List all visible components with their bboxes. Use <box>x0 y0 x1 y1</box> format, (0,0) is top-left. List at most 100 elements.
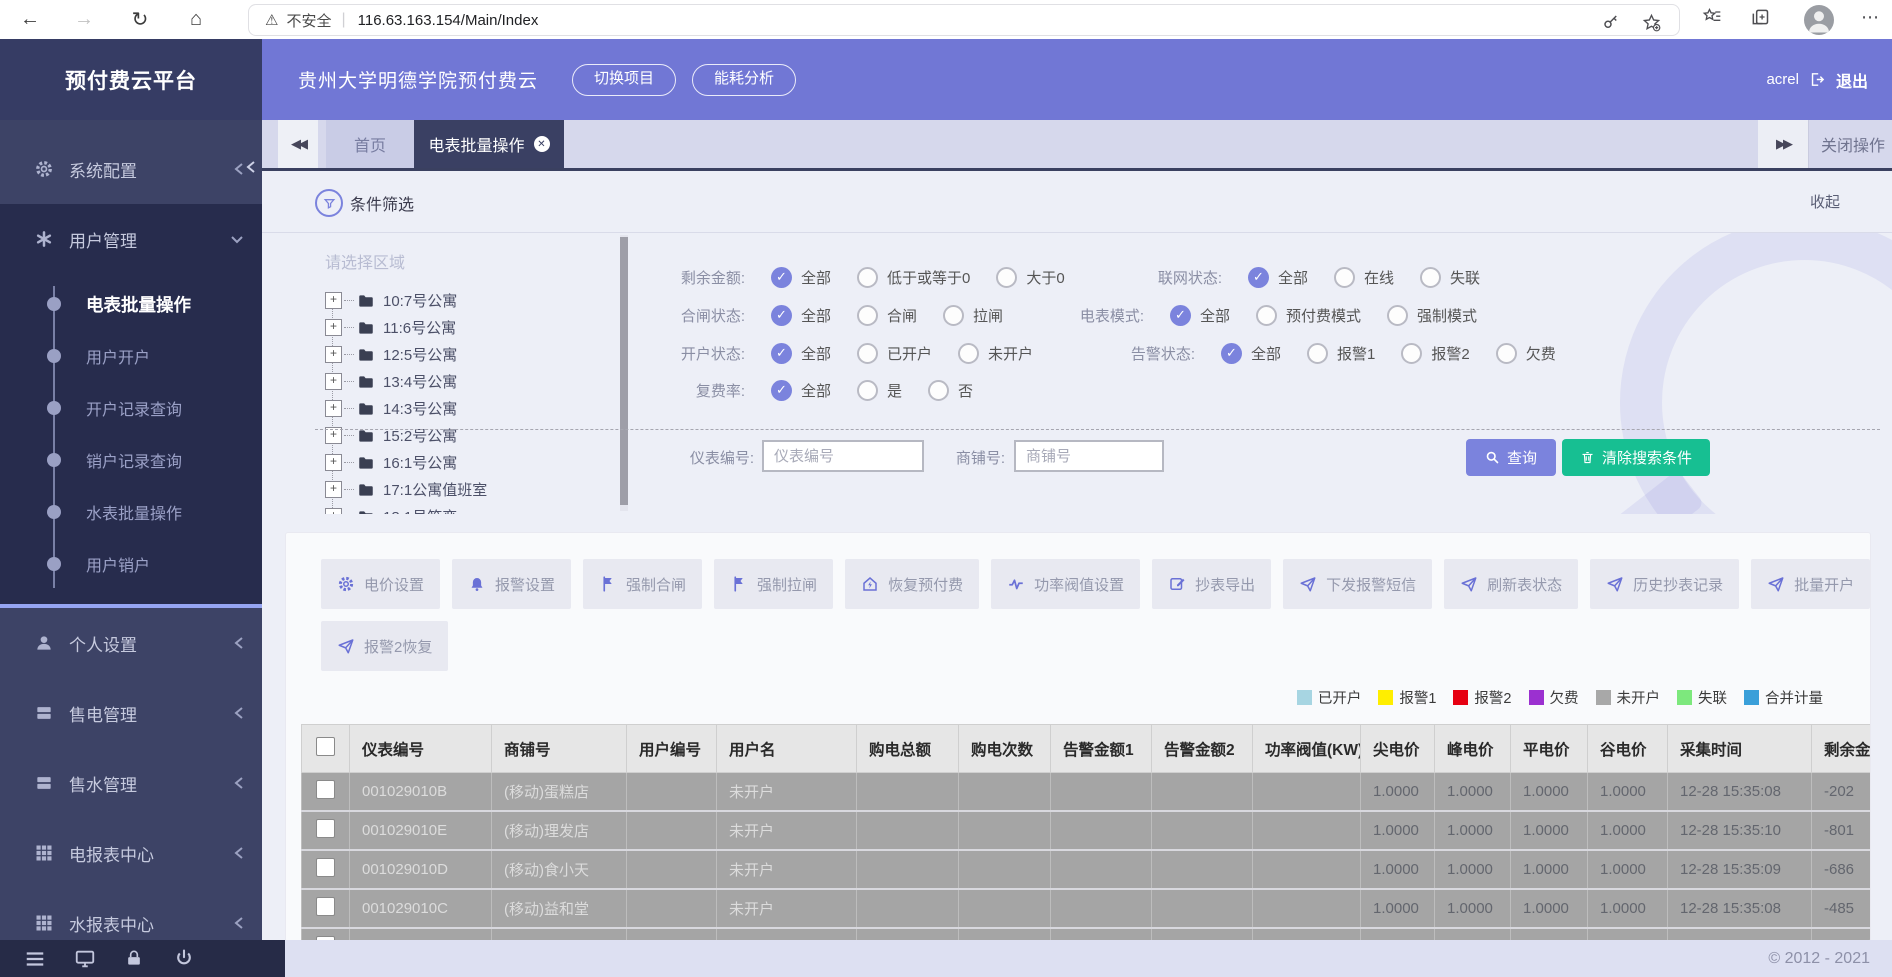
radio-unchecked-icon[interactable] <box>1401 343 1422 364</box>
sidebar-subitem[interactable]: 用户开户 <box>0 330 262 382</box>
action-button[interactable]: 恢复预付费 <box>845 559 979 609</box>
browser-home-icon[interactable]: ⌂ <box>178 0 214 39</box>
browser-forward-icon[interactable]: → <box>66 0 102 39</box>
radio-option[interactable]: ✓全部 <box>1221 343 1281 364</box>
radio-option[interactable]: 在线 <box>1334 267 1394 288</box>
clear-search-button[interactable]: 清除搜索条件 <box>1562 439 1710 476</box>
radio-unchecked-icon[interactable] <box>1256 305 1277 326</box>
radio-unchecked-icon[interactable] <box>996 267 1017 288</box>
radio-option[interactable]: ✓全部 <box>771 343 831 364</box>
radio-option[interactable]: 预付费模式 <box>1256 305 1361 326</box>
logout-button[interactable]: 退出 <box>1836 68 1868 92</box>
tab-home[interactable]: 首页 <box>326 120 414 168</box>
browser-profile-avatar[interactable] <box>1804 5 1834 35</box>
radio-option[interactable]: 否 <box>928 380 973 401</box>
browser-back-icon[interactable]: ← <box>12 0 48 39</box>
lock-icon[interactable] <box>124 948 146 970</box>
action-button[interactable]: 强制合闸 <box>583 559 702 609</box>
radio-checked-icon[interactable]: ✓ <box>1170 305 1191 326</box>
browser-menu-dots-icon[interactable]: ⋯ <box>1858 5 1882 29</box>
radio-unchecked-icon[interactable] <box>1334 267 1355 288</box>
power-icon[interactable] <box>174 948 196 970</box>
radio-option[interactable]: 是 <box>857 380 902 401</box>
radio-unchecked-icon[interactable] <box>1496 343 1517 364</box>
radio-option[interactable]: ✓全部 <box>771 267 831 288</box>
tree-node[interactable]: +18:1号箱变 <box>315 503 615 514</box>
action-button[interactable]: 刷新表状态 <box>1444 559 1578 609</box>
sidebar-item-3[interactable]: 售电管理 <box>0 678 262 748</box>
radio-unchecked-icon[interactable] <box>857 380 878 401</box>
meter-no-input[interactable] <box>762 440 924 472</box>
radio-option[interactable]: 拉闸 <box>943 305 1003 326</box>
monitor-icon[interactable] <box>74 948 96 970</box>
close-operations-button[interactable]: 关闭操作 <box>1814 120 1892 168</box>
query-button[interactable]: 查询 <box>1466 439 1556 476</box>
collections-icon[interactable] <box>1748 5 1772 29</box>
radio-checked-icon[interactable]: ✓ <box>771 343 792 364</box>
logout-icon[interactable] <box>1809 71 1826 88</box>
sidebar-item-5[interactable]: 电报表中心 <box>0 818 262 888</box>
energy-analysis-button[interactable]: 能耗分析 <box>692 64 796 96</box>
browser-refresh-icon[interactable]: ↻ <box>122 0 158 39</box>
sidebar-item-4[interactable]: 售水管理 <box>0 748 262 818</box>
radio-unchecked-icon[interactable] <box>1420 267 1441 288</box>
action-button[interactable]: 功率阀值设置 <box>991 559 1140 609</box>
action-button[interactable]: 下发报警短信 <box>1283 559 1432 609</box>
sidebar-collapse-icon[interactable] <box>246 160 256 174</box>
radio-unchecked-icon[interactable] <box>1387 305 1408 326</box>
action-button[interactable]: 报警2恢复 <box>321 621 448 671</box>
action-button[interactable]: 抄表导出 <box>1152 559 1271 609</box>
sidebar-item-2[interactable]: 个人设置 <box>0 608 262 678</box>
radio-unchecked-icon[interactable] <box>857 267 878 288</box>
radio-unchecked-icon[interactable] <box>958 343 979 364</box>
collapse-filter-link[interactable]: 收起 <box>1810 191 1840 212</box>
radio-option[interactable]: 合闸 <box>857 305 917 326</box>
action-button[interactable]: 强制拉闸 <box>714 559 833 609</box>
password-key-icon[interactable] <box>1599 10 1623 34</box>
radio-unchecked-icon[interactable] <box>943 305 964 326</box>
radio-option[interactable]: 失联 <box>1420 267 1480 288</box>
sidebar-subitem[interactable]: 用户销户 <box>0 538 262 590</box>
sidebar-item-0[interactable]: 系统配置 <box>0 134 262 204</box>
radio-option[interactable]: 低于或等于0 <box>857 267 970 288</box>
action-button[interactable]: 报警设置 <box>452 559 571 609</box>
row-checkbox[interactable] <box>316 858 335 877</box>
sidebar-subitem[interactable]: 电表批量操作 <box>0 278 262 330</box>
radio-option[interactable]: 大于0 <box>996 267 1064 288</box>
radio-option[interactable]: ✓全部 <box>1248 267 1308 288</box>
radio-option[interactable]: 未开户 <box>958 343 1033 364</box>
tabs-scroll-left-icon[interactable]: ◀◀ <box>278 120 318 168</box>
tab-meter-batch[interactable]: 电表批量操作 ✕ <box>414 120 564 168</box>
expand-plus-icon[interactable]: + <box>325 508 342 514</box>
radio-unchecked-icon[interactable] <box>928 380 949 401</box>
sidebar-subitem[interactable]: 开户记录查询 <box>0 382 262 434</box>
radio-option[interactable]: 报警1 <box>1307 343 1375 364</box>
radio-checked-icon[interactable]: ✓ <box>771 380 792 401</box>
expand-plus-icon[interactable]: + <box>325 481 342 498</box>
action-button[interactable]: 电价设置 <box>321 559 440 609</box>
radio-checked-icon[interactable]: ✓ <box>771 267 792 288</box>
favorites-bar-icon[interactable] <box>1700 5 1724 29</box>
radio-option[interactable]: 报警2 <box>1401 343 1469 364</box>
row-checkbox[interactable] <box>316 897 335 916</box>
radio-checked-icon[interactable]: ✓ <box>1221 343 1242 364</box>
row-checkbox[interactable] <box>316 780 335 799</box>
radio-option[interactable]: 欠费 <box>1496 343 1556 364</box>
tab-close-icon[interactable]: ✕ <box>534 136 550 152</box>
add-favorite-star-icon[interactable] <box>1639 10 1663 34</box>
hamburger-menu-icon[interactable] <box>24 948 46 970</box>
action-button[interactable]: 批量开户 <box>1751 559 1870 609</box>
radio-option[interactable]: 强制模式 <box>1387 305 1477 326</box>
select-all-checkbox[interactable] <box>316 737 335 756</box>
sidebar-subitem[interactable]: 水表批量操作 <box>0 486 262 538</box>
sidebar-item-1[interactable]: 用户管理 <box>0 204 262 274</box>
sidebar-subitem[interactable]: 销户记录查询 <box>0 434 262 486</box>
radio-option[interactable]: ✓全部 <box>1170 305 1230 326</box>
action-button[interactable]: 历史抄表记录 <box>1590 559 1739 609</box>
tree-node[interactable]: +17:1公寓值班室 <box>315 476 615 503</box>
address-bar[interactable]: ⚠ 不安全 | 116.63.163.154/Main/Index <box>248 4 1680 36</box>
row-checkbox[interactable] <box>316 819 335 838</box>
radio-option[interactable]: ✓全部 <box>771 380 831 401</box>
radio-unchecked-icon[interactable] <box>1307 343 1328 364</box>
radio-checked-icon[interactable]: ✓ <box>1248 267 1269 288</box>
